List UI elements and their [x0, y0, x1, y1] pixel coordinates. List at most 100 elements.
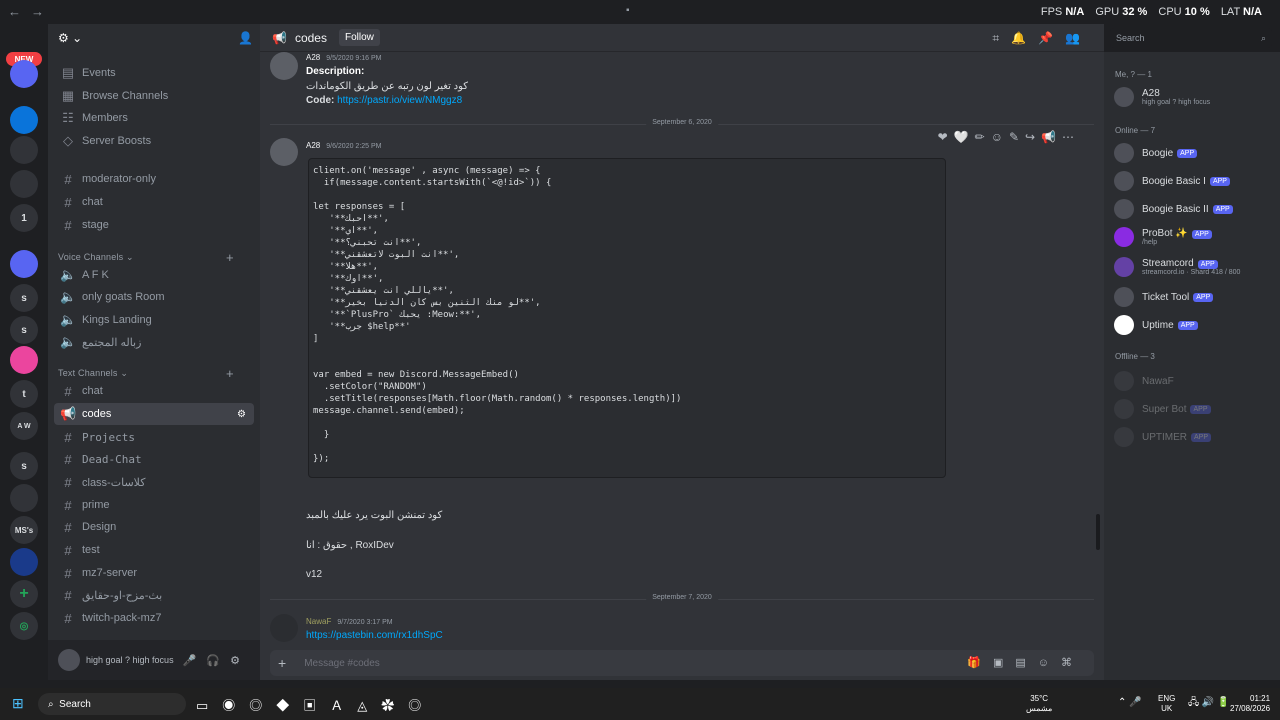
- composer-tools[interactable]: 🎁▣▤☺⌘: [967, 656, 1084, 669]
- member-item[interactable]: ProBot ✨ APP/help: [1114, 226, 1274, 248]
- message-actions[interactable]: ❤🤍✏☺✎↪📢⋯: [938, 130, 1080, 144]
- member-item[interactable]: NawaF: [1114, 370, 1274, 392]
- message: A28 9/6/2020 2:25 PM: [306, 141, 382, 150]
- server-icon[interactable]: s: [10, 316, 38, 344]
- sidebar-item-browse[interactable]: ▦ Browse Channels: [54, 85, 254, 107]
- server-icon[interactable]: [10, 106, 38, 134]
- scrollbar[interactable]: [1096, 514, 1100, 550]
- network-sound-icons[interactable]: 🖧 🔊 🔋: [1188, 698, 1230, 708]
- server-icon[interactable]: [10, 250, 38, 278]
- code-link[interactable]: https://pastr.io/view/NMggz8: [337, 95, 462, 106]
- avatar[interactable]: [270, 614, 298, 642]
- speaker-icon: 🔈: [60, 334, 77, 349]
- attach-icon[interactable]: +: [278, 655, 286, 671]
- server-icon[interactable]: [10, 136, 38, 164]
- megaphone-icon: 📢: [272, 30, 287, 45]
- member-item[interactable]: Uptime APP: [1114, 314, 1274, 336]
- hash-icon: #: [64, 474, 72, 490]
- guild-header[interactable]: ⚙ ⌄ 👤: [48, 24, 260, 52]
- server-icon[interactable]: [10, 548, 38, 576]
- voice-channel[interactable]: 🔈 زباله المجتمع: [54, 331, 254, 353]
- speaker-icon: 🔈: [60, 267, 77, 282]
- member-item[interactable]: A28 high goal ? high focus: [1114, 86, 1274, 108]
- avatar[interactable]: [270, 52, 298, 80]
- member-item[interactable]: Boogie Basic II APP: [1114, 198, 1274, 220]
- channel-design[interactable]: # Design: [54, 516, 254, 538]
- search-input[interactable]: Search ⌕: [1110, 28, 1272, 48]
- header-toolbar[interactable]: ⌗🔔📌👥: [992, 31, 1092, 46]
- message-input[interactable]: Message #codes: [304, 658, 380, 669]
- message-composer[interactable]: + Message #codes 🎁▣▤☺⌘: [270, 650, 1094, 676]
- avatar: [1114, 399, 1134, 419]
- settings-icon[interactable]: ⚙: [237, 409, 246, 420]
- clock[interactable]: 01:21 27/08/2026: [1230, 694, 1270, 714]
- server-icon[interactable]: t: [10, 380, 38, 408]
- code-block[interactable]: client.on('message' , async (message) =>…: [308, 158, 946, 478]
- channel-test[interactable]: # test: [54, 539, 254, 561]
- channel-mz7-server[interactable]: # mz7-server: [54, 562, 254, 584]
- voice-channel[interactable]: 🔈 only goats Room: [54, 286, 254, 308]
- channel-moderator-only[interactable]: # moderator-only: [54, 168, 254, 190]
- member-item[interactable]: Boogie APP: [1114, 142, 1274, 164]
- server-icon[interactable]: [10, 60, 38, 88]
- hash-icon: #: [64, 383, 72, 399]
- channel-arabic[interactable]: # بث-مزح-او-حقايق: [54, 584, 254, 606]
- server-icon[interactable]: MS's: [10, 516, 38, 544]
- channel-dead-chat[interactable]: # Dead-Chat: [54, 448, 254, 470]
- server-icon[interactable]: s: [10, 452, 38, 480]
- sidebar-item-members[interactable]: ☷ Members: [54, 107, 254, 129]
- server-icon[interactable]: s: [10, 284, 38, 312]
- server-icon[interactable]: [10, 346, 38, 374]
- channel-sidebar: ⚙ ⌄ 👤 ▤ Events ▦ Browse Channels ☷ Members ◇…: [48, 24, 260, 680]
- member-item[interactable]: Ticket Tool APP: [1114, 286, 1274, 308]
- message-text: حقوق : انا , RoxIDev: [306, 540, 394, 551]
- server-icon[interactable]: A W: [10, 412, 38, 440]
- invite-icon[interactable]: 👤: [238, 31, 253, 45]
- add-channel-icon[interactable]: +: [226, 366, 234, 381]
- channel-chat[interactable]: # chat: [54, 380, 254, 402]
- member-item[interactable]: Streamcord APP streamcord.io · Shard 418 /…: [1114, 256, 1274, 278]
- avatar[interactable]: [270, 138, 298, 166]
- server-icon[interactable]: 1: [10, 204, 38, 232]
- message-text: كود تمنشن البوت يرد عليك بالمبد: [306, 510, 443, 521]
- member-item[interactable]: UPTIMER APP: [1114, 426, 1274, 448]
- tray-icons[interactable]: ⌃ 🎤: [1118, 698, 1142, 708]
- user-controls[interactable]: 🎤🎧⚙: [183, 654, 250, 667]
- server-icon[interactable]: [10, 170, 38, 198]
- author-name[interactable]: A28: [306, 53, 320, 62]
- text-category[interactable]: Text Channels ⌄ +: [58, 366, 234, 381]
- windows-start-icon[interactable]: ⊞: [12, 695, 24, 712]
- member-item[interactable]: Boogie Basic I APP: [1114, 170, 1274, 192]
- hash-icon: #: [64, 429, 72, 445]
- channel-projects[interactable]: # Projects: [54, 426, 254, 448]
- language[interactable]: ENG UK: [1158, 694, 1175, 714]
- avatar[interactable]: [58, 649, 80, 671]
- voice-channel[interactable]: 🔈 A F K: [54, 264, 254, 286]
- voice-channel[interactable]: 🔈 Kings Landing: [54, 309, 254, 331]
- author-name[interactable]: A28: [306, 141, 320, 150]
- add-channel-icon[interactable]: +: [226, 250, 234, 265]
- channel-prime[interactable]: # prime: [54, 494, 254, 516]
- sidebar-item-events[interactable]: ▤ Events: [54, 62, 254, 84]
- channel-stage[interactable]: # stage: [54, 214, 254, 236]
- taskbar-search[interactable]: ⌕ Search: [38, 693, 186, 715]
- channel-class[interactable]: # class-كلاسات: [54, 471, 254, 493]
- channel-codes[interactable]: 📢 codes ⚙: [54, 403, 254, 425]
- add-server-icon[interactable]: +: [10, 580, 38, 608]
- channel-chat[interactable]: # chat: [54, 191, 254, 213]
- avatar: [1114, 257, 1134, 277]
- follow-button[interactable]: Follow: [338, 29, 380, 46]
- discover-icon[interactable]: ◎: [10, 612, 38, 640]
- paste-link[interactable]: https://pastebin.com/rx1dhSpC: [306, 630, 443, 641]
- title-bar: ←→ ▪ FPS N/A GPU 32 % CPU 10 % LAT N/A: [0, 0, 1280, 24]
- channel-twitch-pack[interactable]: # twitch-pack-mz7: [54, 607, 254, 629]
- sidebar-item-boosts[interactable]: ◇ Server Boosts: [54, 130, 254, 152]
- nav-arrows[interactable]: ←→: [8, 4, 54, 19]
- taskbar-apps[interactable]: ▭◉◎◆▣Ａ◬✿◎: [196, 695, 435, 714]
- author-name[interactable]: NawaF: [306, 617, 331, 626]
- server-icon[interactable]: [10, 484, 38, 512]
- weather[interactable]: 35°C مشمس: [1026, 694, 1052, 714]
- hash-icon: #: [64, 565, 72, 581]
- voice-category[interactable]: Voice Channels ⌄ +: [58, 250, 234, 265]
- member-item[interactable]: Super Bot APP: [1114, 398, 1274, 420]
